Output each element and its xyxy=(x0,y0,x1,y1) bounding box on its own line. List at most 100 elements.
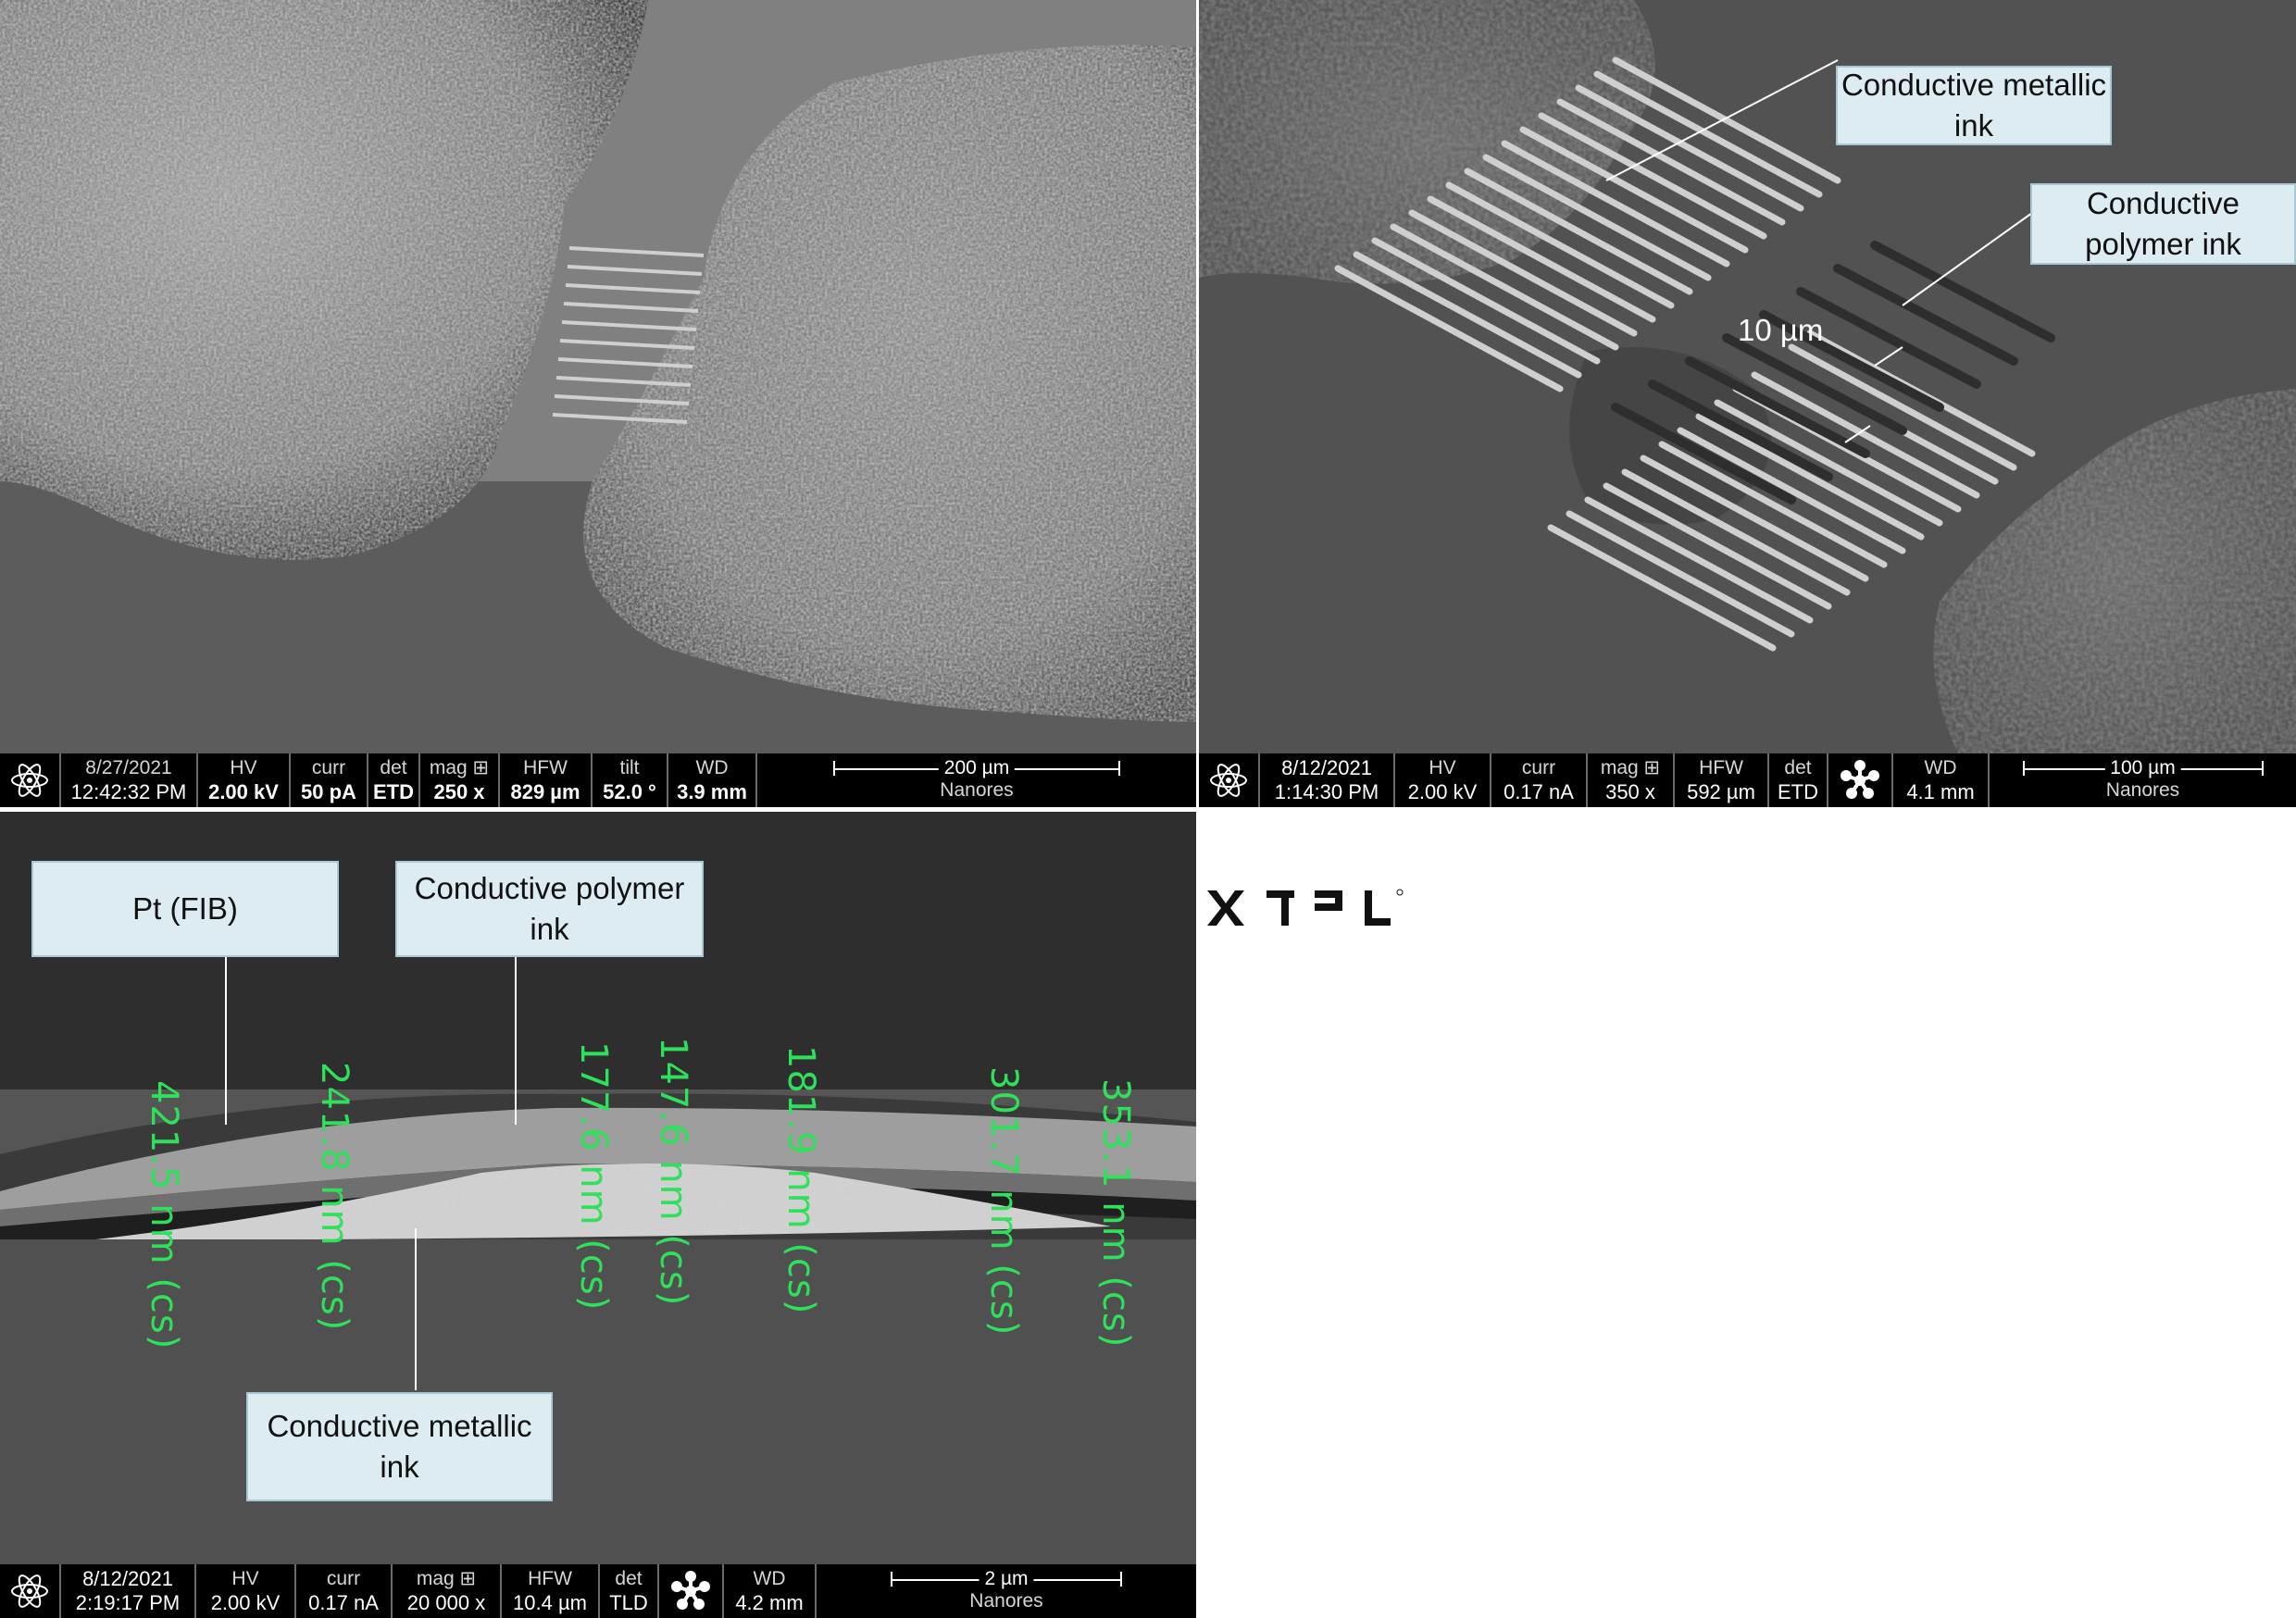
curr-cell: curr 0.17 nA xyxy=(1491,753,1588,807)
thickness-measurement: 181.9 nm (cs) xyxy=(780,1045,822,1315)
date-time-cell: 8/12/2021 2:19:17 PM xyxy=(61,1564,196,1618)
hfw-label: HFW xyxy=(523,757,568,778)
wd-value: 4.1 mm xyxy=(1906,780,1975,803)
atom-icon xyxy=(0,753,61,807)
curr-value: 0.17 nA xyxy=(1504,780,1574,803)
tilt-cell: tilt 52.0 ° xyxy=(593,753,668,807)
hfw-value: 592 µm xyxy=(1687,780,1755,803)
det-label: det xyxy=(615,1568,643,1589)
date: 8/12/2021 xyxy=(82,1567,173,1590)
thickness-measurement: 353.1 nm (cs) xyxy=(1094,1078,1137,1349)
mag-label: mag ⊞ xyxy=(429,757,490,778)
det-value: TLD xyxy=(609,1591,648,1614)
mag-label: mag ⊞ xyxy=(1600,757,1661,778)
hv-value: 2.00 kV xyxy=(1407,780,1478,803)
xtpl-logo xyxy=(1207,889,1404,926)
brand-label: Nanores xyxy=(940,779,1014,801)
scale-cell: 2 µm Nanores xyxy=(817,1564,1196,1618)
curr-value: 0.17 nA xyxy=(308,1591,379,1614)
hfw-cell: HFW 829 µm xyxy=(500,753,593,807)
wd-cell: WD 3.9 mm xyxy=(668,753,757,807)
thickness-measurement: 301.7 nm (cs) xyxy=(982,1066,1025,1337)
time: 1:14:30 PM xyxy=(1274,780,1379,803)
sem-image-cross-section: Pt (FIB) Conductive polymer ink Conducti… xyxy=(0,812,1196,1618)
tilt-value: 52.0 ° xyxy=(603,780,656,803)
scale-label: 200 µm xyxy=(938,758,1016,778)
det-value: ETD xyxy=(1778,780,1818,803)
hv-value: 2.00 kV xyxy=(210,1591,281,1614)
callout-metallic-ink: Conductive metallic ink xyxy=(1836,66,2112,145)
atom-icon xyxy=(0,1564,61,1618)
thickness-measurement: 421.5 nm (cs) xyxy=(143,1080,185,1350)
tilt-label: tilt xyxy=(619,757,640,778)
hfw-cell: HFW 592 µm xyxy=(1675,753,1769,807)
wd-value: 3.9 mm xyxy=(677,780,747,803)
sem-image-line-array: Conductive metallic ink Conductive polym… xyxy=(1199,0,2296,807)
scale-cell: 200 µm Nanores xyxy=(757,753,1196,807)
curr-label: curr xyxy=(311,757,346,778)
sem-data-bar: 8/12/2021 2:19:17 PM HV 2.00 kV curr 0.1… xyxy=(0,1564,1196,1618)
wd-value: 4.2 mm xyxy=(735,1591,804,1614)
det-label: det xyxy=(380,757,407,778)
hfw-label: HFW xyxy=(1699,757,1743,778)
date: 8/27/2021 xyxy=(85,757,172,778)
detector-icon xyxy=(1828,753,1893,807)
leader-line xyxy=(415,1228,417,1390)
wd-label: WD xyxy=(695,757,729,778)
hv-cell: HV 2.00 kV xyxy=(1395,753,1491,807)
hv-value: 2.00 kV xyxy=(208,780,279,803)
date-time-cell: 8/12/2021 1:14:30 PM xyxy=(1260,753,1395,807)
callout-polymer-ink: Conductive polymer ink xyxy=(395,861,704,957)
date-time-cell: 8/27/2021 12:42:32 PM xyxy=(61,753,198,807)
hfw-value: 829 µm xyxy=(510,780,580,803)
hv-label: HV xyxy=(231,1568,259,1589)
mag-cell: mag ⊞ 20 000 x xyxy=(393,1564,502,1618)
scale-bar: 100 µm xyxy=(2022,758,2264,778)
brand-label: Nanores xyxy=(969,1590,1043,1612)
gap-dimension-label: 10 µm xyxy=(1738,313,1824,347)
hv-cell: HV 2.00 kV xyxy=(196,1564,296,1618)
brand-label: Nanores xyxy=(2105,779,2180,801)
hv-label: HV xyxy=(1429,757,1456,778)
hfw-value: 10.4 µm xyxy=(513,1591,587,1614)
det-label: det xyxy=(1784,757,1812,778)
callout-polymer-ink: Conductive polymer ink xyxy=(2030,183,2296,265)
sem-image-overview: 8/27/2021 12:42:32 PM HV 2.00 kV curr 50… xyxy=(0,0,1196,807)
det-cell: det ETD xyxy=(368,753,420,807)
mag-value: 20 000 x xyxy=(406,1591,486,1614)
sem-data-bar: 8/12/2021 1:14:30 PM HV 2.00 kV curr 0.1… xyxy=(1199,753,2296,807)
sem-micrograph-interdigitated xyxy=(1199,0,2296,753)
thickness-measurement: 241.8 nm (cs) xyxy=(313,1062,356,1332)
hfw-cell: HFW 10.4 µm xyxy=(502,1564,600,1618)
det-cell: det ETD xyxy=(1769,753,1828,807)
leader-line xyxy=(515,955,517,1125)
det-cell: det TLD xyxy=(600,1564,659,1618)
wd-label: WD xyxy=(753,1568,786,1589)
sem-data-bar: 8/27/2021 12:42:32 PM HV 2.00 kV curr 50… xyxy=(0,753,1196,807)
wd-cell: WD 4.2 mm xyxy=(724,1564,817,1618)
mag-cell: mag ⊞ 350 x xyxy=(1588,753,1675,807)
mag-label: mag ⊞ xyxy=(416,1568,477,1589)
scale-label: 2 µm xyxy=(979,1569,1034,1589)
curr-value: 50 pA xyxy=(301,780,356,803)
detector-icon xyxy=(659,1564,724,1618)
atom-icon xyxy=(1199,753,1260,807)
wd-label: WD xyxy=(1924,757,1957,778)
scale-label: 100 µm xyxy=(2104,758,2181,778)
scale-bar: 2 µm xyxy=(891,1569,1122,1589)
hv-label: HV xyxy=(230,757,257,778)
det-value: ETD xyxy=(373,780,414,803)
time: 12:42:32 PM xyxy=(70,780,187,803)
thickness-measurement: 147.6 nm (cs) xyxy=(652,1037,694,1307)
wd-cell: WD 4.1 mm xyxy=(1893,753,1990,807)
curr-cell: curr 50 pA xyxy=(291,753,368,807)
time: 2:19:17 PM xyxy=(75,1591,181,1614)
sem-micrograph-pads xyxy=(0,0,1196,753)
curr-label: curr xyxy=(326,1568,361,1589)
leader-line xyxy=(225,955,227,1125)
curr-cell: curr 0.17 nA xyxy=(296,1564,393,1618)
date: 8/12/2021 xyxy=(1281,756,1372,779)
curr-label: curr xyxy=(1521,757,1556,778)
mag-value: 250 x xyxy=(433,780,485,803)
scale-bar: 200 µm xyxy=(833,758,1120,778)
